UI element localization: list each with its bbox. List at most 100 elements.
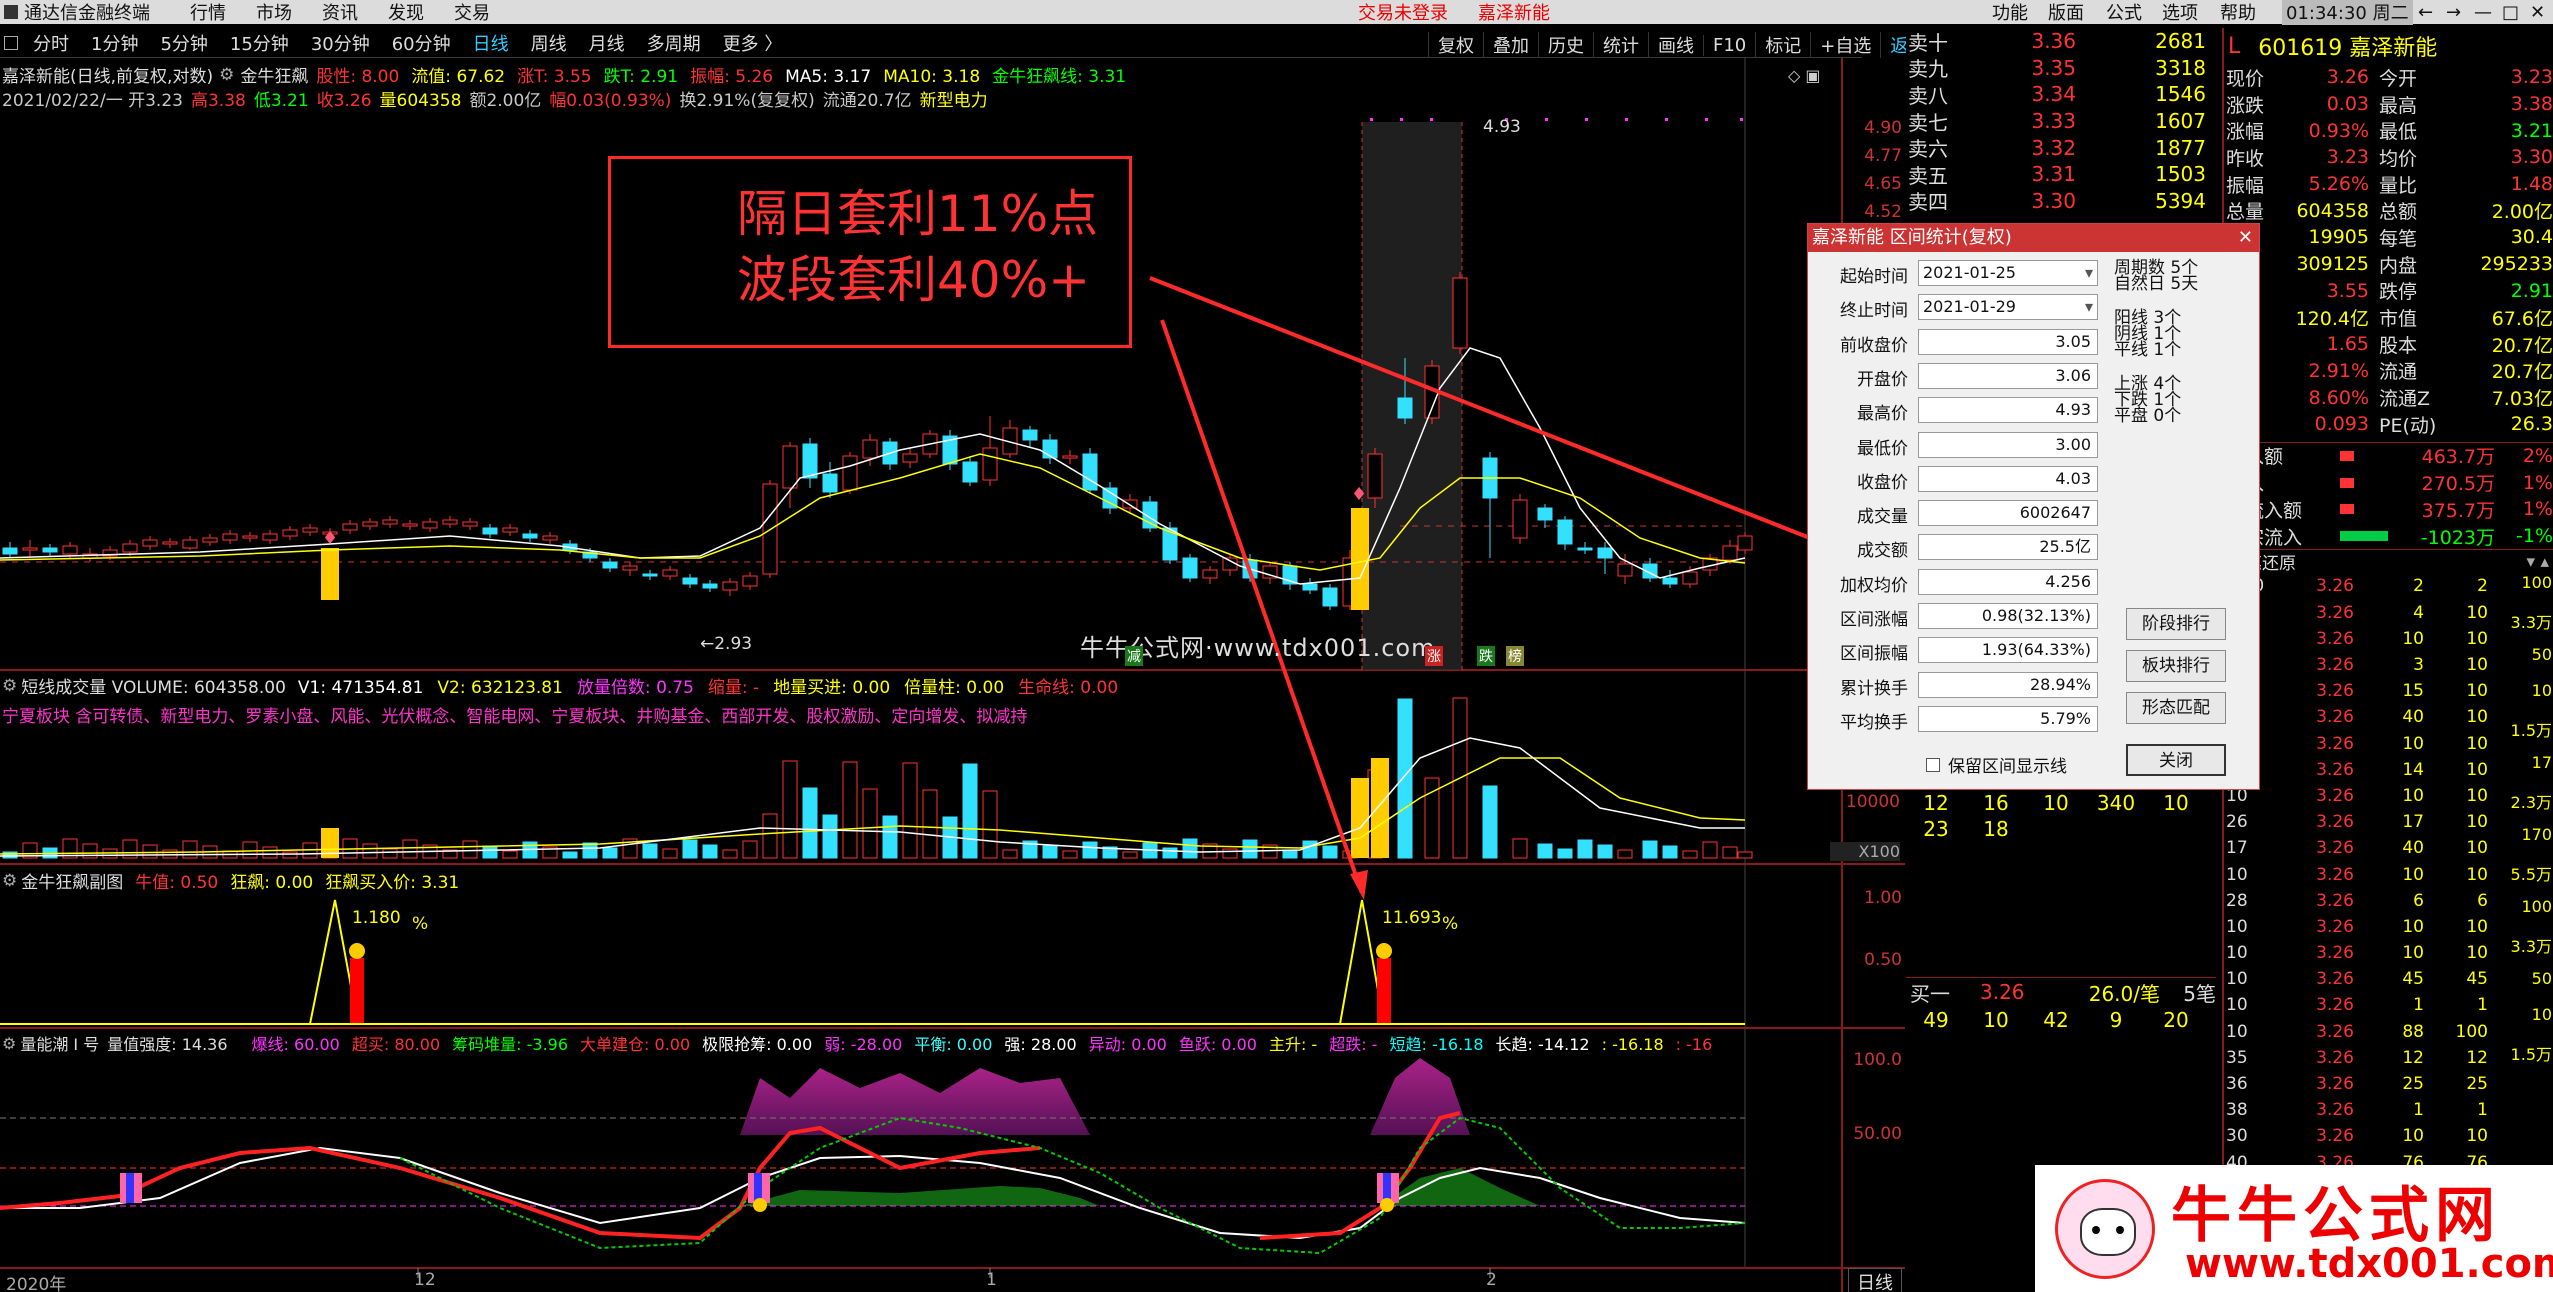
volume-bar (742, 840, 758, 859)
indicator-name[interactable]: 金牛狂飙 (240, 62, 308, 87)
login-status[interactable]: 交易未登录 (1358, 0, 1448, 25)
dialog-summary-item: 平盘 0个 (2114, 406, 2182, 426)
panel-gear-icon[interactable]: ⚙ (2, 871, 17, 891)
minimize-icon[interactable]: — (2474, 2, 2492, 23)
tab-15min[interactable]: 15分钟 (219, 30, 300, 56)
orderbook-row[interactable]: 卖四 3.30 5394 (1906, 188, 2216, 215)
menu-layout[interactable]: 版面 (2048, 0, 2084, 25)
draw-button[interactable]: 画线 (1648, 32, 1703, 58)
orderbook-partial: 12 16 10 340 10 23 18 (1906, 790, 2216, 842)
info-field: : -16 (1675, 1035, 1713, 1054)
tag-down: 跌 (1477, 646, 1495, 666)
volume-bar (1397, 698, 1413, 859)
close-button[interactable]: 关闭 (2126, 744, 2226, 776)
dialog-field-value[interactable]: 2021-01-25 ▾ (1918, 260, 2098, 286)
dropdown-arrow-icon[interactable]: ▾ (2085, 295, 2093, 319)
dialog-field-label: 平均换手 (1840, 712, 1908, 733)
sub2-title: 量能潮 I 号 (20, 1035, 100, 1054)
volume-bar (922, 789, 938, 859)
nav-back-icon[interactable]: ← (2418, 2, 2433, 23)
panel-gear-icon[interactable]: ⚙ (2, 1034, 16, 1053)
orderbook-row[interactable]: 卖五 3.31 1503 (1906, 161, 2216, 188)
volume-bar (682, 839, 698, 859)
ticks-menu-icon[interactable]: ▾ ▴ (2527, 552, 2549, 572)
price-tick: 4.90 (1864, 118, 1902, 138)
keep-lines-checkbox[interactable] (1926, 757, 1940, 772)
dialog-close-icon[interactable]: ✕ (2238, 224, 2253, 252)
buy1-label: 买一 (1910, 981, 1950, 1006)
menu-help[interactable]: 帮助 (2220, 0, 2256, 25)
settings-gear-icon[interactable]: ⚙ (219, 65, 234, 85)
info-field: MA10: 3.18 (883, 67, 981, 87)
add-watchlist-button[interactable]: +自选 (1810, 32, 1880, 58)
candle-body (1062, 455, 1078, 459)
tab-bottom-daily[interactable]: 日线 (1848, 1268, 1902, 1292)
menu-discover[interactable]: 发现 (388, 0, 424, 25)
tick-price: 3.26 (2316, 785, 2354, 806)
quote-row: 2.91% 流通 20.7亿 (2224, 358, 2553, 385)
tab-60min[interactable]: 60分钟 (381, 30, 462, 56)
tab-weekly[interactable]: 周线 (520, 30, 578, 56)
maximize-icon[interactable]: □ (2502, 2, 2519, 23)
panel-icons[interactable]: ◇ ▣ (1788, 66, 1821, 85)
orderbook-row[interactable]: 卖六 3.32 1877 (1906, 134, 2216, 162)
candle-body (542, 535, 558, 541)
tab-1min[interactable]: 1分钟 (80, 30, 149, 56)
tick-side-num: 1.5万 (2510, 721, 2552, 741)
menu-function[interactable]: 功能 (1992, 0, 2028, 25)
info-field: 振幅: 5.26 (690, 67, 774, 87)
orderbook-row[interactable]: 卖七 3.33 1607 (1906, 108, 2216, 135)
close-icon[interactable]: ✕ (2530, 2, 2545, 23)
tab-monthly[interactable]: 月线 (578, 30, 636, 56)
candle-body (502, 527, 518, 533)
stage-rank-button[interactable]: 阶段排行 (2126, 608, 2226, 640)
tick-vol: 10 (2402, 628, 2424, 649)
fuquan-button[interactable]: 复权 (1428, 32, 1483, 58)
dialog-summary-item: 平线 1个 (2114, 340, 2182, 360)
menu-trade[interactable]: 交易 (454, 0, 490, 25)
tab-multi-period[interactable]: 多周期 (636, 30, 712, 56)
volume-bar (1042, 845, 1058, 859)
ob-label: 卖六 (1908, 137, 1948, 162)
buy1-row[interactable]: 买一 3.26 26.0/笔 5笔 (1906, 978, 2216, 1006)
dropdown-arrow-icon[interactable]: ▾ (2085, 261, 2093, 285)
info-field: 极限抢筹: 0.00 (702, 1035, 813, 1054)
menu-formula[interactable]: 公式 (2106, 0, 2142, 25)
volume-bar (1617, 849, 1633, 859)
volume-bar (162, 849, 178, 859)
tick-vol: 10 (2402, 916, 2424, 937)
title-stock-name: 嘉泽新能 (1478, 3, 1550, 24)
overlay-button[interactable]: 叠加 (1483, 32, 1538, 58)
orderbook-row[interactable]: 卖十 3.36 2681 (1906, 28, 2216, 55)
menu-market2[interactable]: 市场 (256, 0, 292, 25)
candle-body (522, 533, 538, 539)
candle-body (642, 573, 658, 577)
sector-rank-button[interactable]: 板块排行 (2126, 650, 2226, 682)
tab-daily[interactable]: 日线 (462, 30, 520, 56)
tick-vol: 40 (2402, 707, 2424, 728)
tab-5min[interactable]: 5分钟 (149, 30, 218, 56)
volume-fields: V1: 471354.81 V2: 632123.81 放量倍数: 0.75 缩量: … (298, 673, 1132, 698)
dialog-field-value[interactable]: 2021-01-29 ▾ (1918, 294, 2098, 321)
history-button[interactable]: 历史 (1538, 32, 1593, 58)
mark-button[interactable]: 标记 (1755, 32, 1810, 58)
quote-row: 19905 每笔 30.4 (2224, 224, 2553, 251)
nav-forward-icon[interactable]: → (2446, 2, 2461, 23)
menu-news[interactable]: 资讯 (322, 0, 358, 25)
sidebar-toggle-icon[interactable] (4, 35, 18, 50)
menu-options[interactable]: 选项 (2162, 0, 2198, 25)
menu-market[interactable]: 行情 (190, 0, 226, 25)
keep-lines-option[interactable]: 保留区间显示线 (1926, 752, 2067, 777)
f10-button[interactable]: F10 (1703, 34, 1755, 56)
pattern-match-button[interactable]: 形态匹配 (2126, 692, 2226, 724)
volume-bar (702, 844, 718, 859)
panel-gear-icon[interactable]: ⚙ (2, 676, 17, 696)
tab-more[interactable]: 更多 〉 (712, 30, 794, 56)
orderbook-row[interactable]: 卖九 3.35 3318 (1906, 55, 2216, 82)
candle-body (982, 447, 998, 481)
tab-30min[interactable]: 30分钟 (300, 30, 381, 56)
tab-fenshi[interactable]: 分时 (22, 30, 80, 56)
quote-value: 7.03亿 (2491, 388, 2553, 411)
orderbook-row[interactable]: 卖八 3.34 1546 (1906, 81, 2216, 108)
stats-button[interactable]: 统计 (1593, 32, 1648, 58)
